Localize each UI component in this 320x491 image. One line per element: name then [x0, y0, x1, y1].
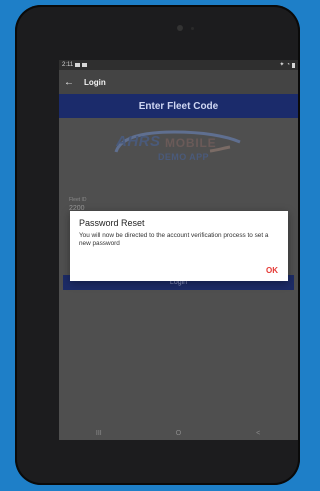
- app-bar: ← Login: [59, 70, 298, 94]
- logo-word-ahrs: AHRS: [116, 133, 161, 150]
- dialog-message: You will now be directed to the account …: [79, 232, 269, 247]
- ok-button[interactable]: OK: [266, 266, 278, 275]
- app-bar-title: Login: [84, 77, 106, 87]
- notification-icon: [75, 63, 81, 67]
- back-arrow-icon[interactable]: ←: [59, 77, 79, 88]
- back-button[interactable]: <: [243, 430, 273, 437]
- battery-icon: [292, 62, 295, 68]
- tablet-device: 2:11 ✦ ◔ ← Login Enter Fleet Code AHRS M…: [15, 5, 300, 485]
- logo-subtitle: DEMO APP: [158, 152, 209, 162]
- logo-word-mobile: MOBILE: [165, 136, 217, 150]
- wifi-icon: ◔: [286, 62, 290, 68]
- camera-icon: [177, 25, 183, 31]
- status-time: 2:11: [62, 62, 74, 68]
- background: 2:11 ✦ ◔ ← Login Enter Fleet Code AHRS M…: [0, 0, 302, 491]
- fleet-id-label: Fleet ID: [69, 197, 87, 203]
- dialog-title: Password Reset: [79, 218, 145, 228]
- home-button[interactable]: O: [163, 430, 193, 437]
- ahrs-logo: AHRS MOBILE DEMO APP: [102, 126, 252, 168]
- fleet-code-header: Enter Fleet Code: [59, 94, 298, 118]
- location-icon: ✦: [279, 62, 285, 68]
- status-bar: 2:11 ✦ ◔: [59, 60, 298, 70]
- android-nav-bar: III O <: [59, 426, 298, 440]
- sensor-icon: [191, 27, 194, 30]
- logo-area: AHRS MOBILE DEMO APP: [59, 118, 298, 176]
- recents-button[interactable]: III: [84, 430, 114, 437]
- password-reset-dialog: Password Reset You will now be directed …: [70, 211, 288, 281]
- tablet-screen: 2:11 ✦ ◔ ← Login Enter Fleet Code AHRS M…: [59, 60, 298, 440]
- notification-icon: [82, 63, 88, 67]
